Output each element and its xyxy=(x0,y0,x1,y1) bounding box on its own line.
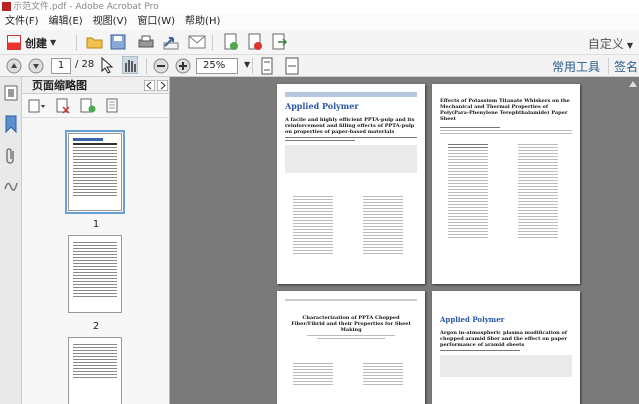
thumbnail-list: 1 2 xyxy=(22,119,170,404)
window-title: 示范文件.pdf - Adobe Acrobat Pro xyxy=(13,2,159,12)
text-column-left xyxy=(285,361,341,385)
delete-page-icon[interactable] xyxy=(56,98,70,114)
thumbnail-label: 1 xyxy=(92,219,100,230)
signature-icon[interactable] xyxy=(4,177,18,193)
print-icon[interactable] xyxy=(137,34,155,50)
chevron-down-icon: ▼ xyxy=(626,41,633,50)
tools-button[interactable]: 常用工具 xyxy=(552,58,600,75)
text-column-right xyxy=(355,361,411,385)
sign-button[interactable]: 签名 xyxy=(614,58,638,75)
page-settings-icon[interactable] xyxy=(222,33,240,51)
main-toolbar: 创建 ▼ 自定义 ▼ xyxy=(0,30,639,55)
share-icon[interactable] xyxy=(163,34,181,50)
acrobat-icon xyxy=(2,2,11,11)
thumbnails-panel: 页面缩略图 1 2 xyxy=(22,77,170,404)
expand-panel-icon[interactable] xyxy=(157,80,168,91)
abstract-block xyxy=(440,355,572,377)
create-button[interactable]: 创建 ▼ xyxy=(4,33,59,52)
zoom-in-icon[interactable] xyxy=(175,58,191,74)
divider xyxy=(608,58,609,74)
document-page-2: Effects of Potassium Titanate Whiskers o… xyxy=(432,84,580,284)
fit-page-icon[interactable] xyxy=(260,57,274,75)
zoom-out-icon[interactable] xyxy=(153,58,169,74)
previous-page-icon[interactable] xyxy=(6,58,22,74)
document-page-4: Applied Polymer Argon in-atmospheric pla… xyxy=(432,291,580,404)
options-menu-icon[interactable] xyxy=(28,99,46,113)
divider xyxy=(212,35,213,51)
hand-tool-icon[interactable] xyxy=(122,56,138,74)
menu-window[interactable]: 窗口(W) xyxy=(132,14,180,30)
create-pdf-icon xyxy=(7,35,21,50)
article-title: Characterization of PPTA Chopped Fiber/F… xyxy=(291,315,411,333)
page-thumbnail-1[interactable] xyxy=(65,130,125,214)
document-view[interactable]: Applied Polymer A facile and highly effi… xyxy=(170,77,639,404)
abstract-block xyxy=(285,145,417,173)
next-page-icon[interactable] xyxy=(28,58,44,74)
page-total: / 28 xyxy=(75,59,95,70)
scroll-up-icon[interactable] xyxy=(628,79,638,89)
text-column-left xyxy=(285,194,341,254)
menu-help[interactable]: 帮助(H) xyxy=(180,14,225,30)
bookmark-icon[interactable] xyxy=(4,115,18,133)
navigation-toolbar: 1 / 28 25% ▼ 常用工具 签名 xyxy=(0,55,639,77)
article-title: Argon in-atmospheric plasma modification… xyxy=(440,330,568,348)
panel-toolbar xyxy=(22,94,169,118)
divider xyxy=(146,58,147,74)
menu-edit[interactable]: 编辑(E) xyxy=(44,14,88,30)
panel-header: 页面缩略图 xyxy=(22,77,169,94)
fit-width-icon[interactable] xyxy=(284,57,300,75)
divider xyxy=(252,58,253,74)
document-page-1: Applied Polymer A facile and highly effi… xyxy=(277,84,425,284)
customize-button[interactable]: 自定义 ▼ xyxy=(588,35,633,52)
text-column-right xyxy=(355,194,411,254)
delete-page-icon[interactable] xyxy=(106,98,120,114)
document-page-3: Characterization of PPTA Chopped Fiber/F… xyxy=(277,291,425,404)
insert-page-icon[interactable] xyxy=(80,98,96,114)
chevron-down-icon[interactable]: ▼ xyxy=(244,60,250,69)
email-icon[interactable] xyxy=(188,35,206,49)
save-icon[interactable] xyxy=(110,34,126,50)
attachment-icon[interactable] xyxy=(4,147,18,165)
thumbnail-label: 2 xyxy=(92,321,100,332)
create-label: 创建 xyxy=(25,36,47,50)
panel-title: 页面缩略图 xyxy=(32,79,87,92)
open-folder-icon[interactable] xyxy=(86,34,104,50)
zoom-input[interactable]: 25% xyxy=(196,58,238,74)
article-title: A facile and highly efficient PPTA-pulp … xyxy=(285,117,415,135)
menu-view[interactable]: 视图(V) xyxy=(88,14,133,30)
page-thumbnail-3[interactable] xyxy=(68,337,122,404)
text-column-right xyxy=(510,142,566,238)
page-number-input[interactable]: 1 xyxy=(51,58,71,74)
menu-bar: 文件(F) 编辑(E) 视图(V) 窗口(W) 帮助(H) xyxy=(0,14,639,30)
collapse-panel-icon[interactable] xyxy=(144,80,155,91)
attach-page-icon[interactable] xyxy=(270,33,288,51)
title-bar: 示范文件.pdf - Adobe Acrobat Pro xyxy=(0,0,639,14)
journal-logo: Applied Polymer xyxy=(440,315,505,324)
navigation-pane-bar xyxy=(0,77,22,404)
journal-logo: Applied Polymer xyxy=(285,101,359,111)
divider xyxy=(76,35,77,51)
page-thumbnail-2[interactable] xyxy=(68,235,122,313)
menu-file[interactable]: 文件(F) xyxy=(0,14,44,30)
delete-page-icon[interactable] xyxy=(246,33,264,51)
article-title: Effects of Potassium Titanate Whiskers o… xyxy=(440,98,570,122)
select-cursor-icon[interactable] xyxy=(100,57,114,74)
chevron-down-icon: ▼ xyxy=(50,38,57,47)
page-thumbnails-icon[interactable] xyxy=(4,85,18,101)
text-column-left xyxy=(440,142,496,238)
